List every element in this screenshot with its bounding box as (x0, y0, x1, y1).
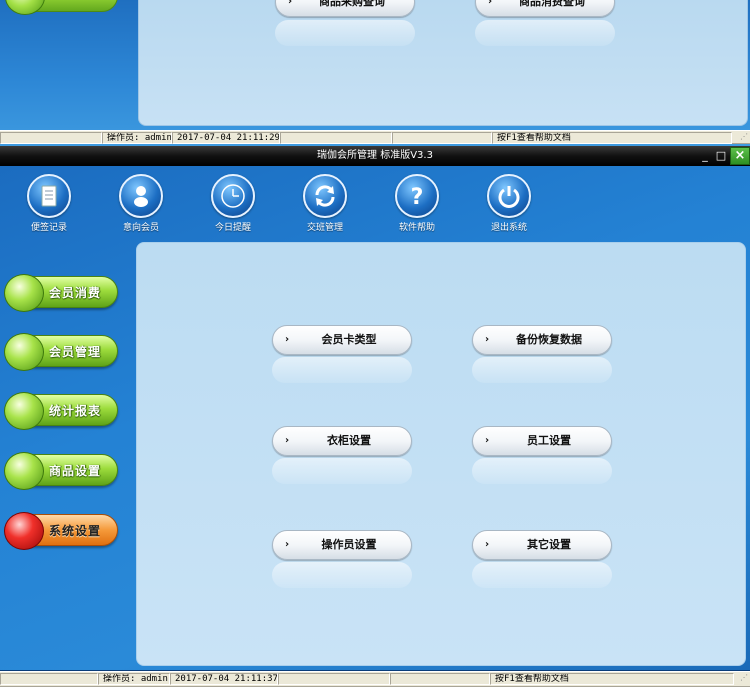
status-datetime: 2017-07-04 21:11:37 (170, 673, 278, 685)
resize-grip-icon[interactable]: ⋰ (740, 131, 750, 143)
sidebar-item-member-consumption[interactable]: 会员消费 (4, 274, 118, 312)
button-reflection (272, 458, 412, 484)
maximize-button[interactable]: □ (714, 149, 728, 163)
notepad-icon (27, 174, 71, 218)
help-icon: ? (395, 174, 439, 218)
toolbar-exit-system-label: 退出系统 (490, 223, 527, 233)
consumption-query-button[interactable]: › 商品消费查询 (475, 0, 615, 17)
purchase-query-label: 商品采购查询 (319, 0, 385, 8)
arrow-icon: › (288, 0, 293, 7)
status-spacer (0, 132, 102, 144)
status-empty (390, 673, 490, 685)
locker-settings-button[interactable]: › 衣柜设置 (272, 426, 412, 456)
content-panel: › 会员卡类型 › 备份恢复数据 › 衣柜设置 › 员工设置 › 操作员设置 ›… (136, 242, 746, 666)
toolbar-shift-management-label: 交班管理 (306, 223, 343, 233)
status-help: 按F1查看帮助文档 (490, 673, 734, 685)
button-reflection (475, 20, 615, 46)
status-empty (280, 132, 392, 144)
other-settings-button[interactable]: › 其它设置 (472, 530, 612, 560)
close-button[interactable]: × (730, 147, 750, 165)
arrow-icon: › (285, 435, 290, 446)
button-reflection (472, 458, 612, 484)
green-ball-icon (4, 452, 44, 490)
status-operator: 操作员: admin (102, 132, 172, 144)
clock-icon (211, 174, 255, 218)
status-datetime: 2017-07-04 21:11:29 (172, 132, 280, 144)
toolbar-shift-management[interactable]: 交班管理 (290, 170, 360, 233)
toolbar-software-help[interactable]: ? 软件帮助 (382, 170, 452, 233)
staff-settings-label: 员工设置 (527, 434, 571, 447)
sidebar-item-member-management[interactable]: 会员管理 (4, 333, 118, 371)
sidebar-item-label: 商品设置 (49, 464, 102, 478)
status-operator: 操作员: admin (98, 673, 170, 685)
arrow-icon: › (285, 334, 290, 345)
backup-restore-button[interactable]: › 备份恢复数据 (472, 325, 612, 355)
operator-settings-button[interactable]: › 操作员设置 (272, 530, 412, 560)
sidebar-item-label: 系统设置 (49, 524, 102, 538)
member-card-type-label: 会员卡类型 (321, 333, 377, 346)
arrow-icon: › (485, 334, 490, 345)
resize-grip-icon[interactable]: ⋰ (740, 672, 750, 686)
toolbar: 便签记录 意向会员 今日提醒 交班管理 ? 软件帮助 退出系统 (0, 170, 620, 236)
arrow-icon: › (285, 539, 290, 550)
button-reflection (272, 357, 412, 383)
toolbar-prospect-members-label: 意向会员 (122, 223, 159, 233)
sidebar-item-label: 统计报表 (49, 404, 102, 418)
sidebar-item-statistics-reports[interactable]: 统计报表 (4, 392, 118, 430)
button-reflection (472, 562, 612, 588)
green-ball-icon (4, 392, 44, 430)
operator-settings-label: 操作员设置 (321, 538, 377, 551)
sidebar-item-product-settings[interactable]: 商品设置 (4, 452, 118, 490)
background-sidebar-button[interactable] (5, 0, 118, 15)
window-title: 瑞伽会所管理 标准版V3.3 (317, 150, 433, 161)
green-ball-icon (4, 274, 44, 312)
arrow-icon: › (488, 0, 493, 7)
toolbar-today-reminder-label: 今日提醒 (214, 223, 251, 233)
svg-text:?: ? (411, 185, 424, 210)
minimize-button[interactable]: _ (698, 149, 712, 163)
background-window: › 商品采购查询 › 商品消费查询 (0, 0, 750, 146)
arrow-icon: › (485, 435, 490, 446)
arrow-icon: › (485, 539, 490, 550)
member-card-type-button[interactable]: › 会员卡类型 (272, 325, 412, 355)
toolbar-prospect-members[interactable]: 意向会员 (106, 170, 176, 233)
staff-settings-button[interactable]: › 员工设置 (472, 426, 612, 456)
green-ball-icon (4, 333, 44, 371)
toolbar-software-help-label: 软件帮助 (398, 223, 435, 233)
main-statusbar: 操作员: admin 2017-07-04 21:11:37 按F1查看帮助文档… (0, 671, 750, 687)
status-help: 按F1查看帮助文档 (492, 132, 732, 144)
power-icon (487, 174, 531, 218)
member-icon (119, 174, 163, 218)
sidebar-item-label: 会员管理 (49, 345, 102, 359)
toolbar-notes-label: 便签记录 (30, 223, 67, 233)
toolbar-notes[interactable]: 便签记录 (14, 170, 84, 233)
button-reflection (272, 562, 412, 588)
purchase-query-button[interactable]: › 商品采购查询 (275, 0, 415, 17)
desktop: › 商品采购查询 › 商品消费查询 操作员: admin 2017-07-04 … (0, 0, 750, 687)
locker-settings-label: 衣柜设置 (327, 434, 371, 447)
consumption-query-label: 商品消费查询 (519, 0, 585, 8)
backup-restore-label: 备份恢复数据 (516, 333, 582, 346)
status-empty (278, 673, 390, 685)
sidebar-item-system-settings[interactable]: 系统设置 (4, 512, 118, 550)
sidebar-item-label: 会员消费 (49, 286, 102, 300)
toolbar-today-reminder[interactable]: 今日提醒 (198, 170, 268, 233)
refresh-icon (303, 174, 347, 218)
red-ball-icon (4, 512, 44, 550)
background-content-panel: › 商品采购查询 › 商品消费查询 (138, 0, 748, 126)
status-spacer (0, 673, 98, 685)
toolbar-exit-system[interactable]: 退出系统 (474, 170, 544, 233)
button-reflection (275, 20, 415, 46)
background-statusbar: 操作员: admin 2017-07-04 21:11:29 按F1查看帮助文档… (0, 130, 750, 144)
title-bar[interactable]: 瑞伽会所管理 标准版V3.3 _ □ × (0, 146, 750, 166)
status-empty (392, 132, 492, 144)
other-settings-label: 其它设置 (527, 538, 571, 551)
button-reflection (472, 357, 612, 383)
